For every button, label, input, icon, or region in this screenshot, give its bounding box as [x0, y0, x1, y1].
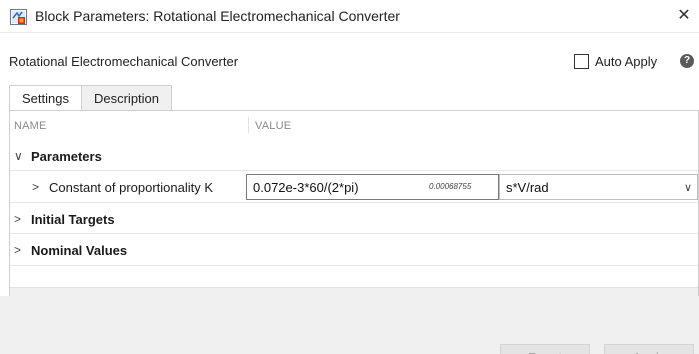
chevron-right-icon[interactable]: > — [32, 180, 39, 194]
parameter-row-constant-k: > Constant of proportionality K 0.000687… — [10, 172, 698, 203]
column-divider — [248, 117, 249, 133]
parameter-label-constant-k: Constant of proportionality K — [49, 180, 214, 195]
chevron-down-icon[interactable]: ∨ — [684, 181, 692, 194]
simulink-block-icon — [10, 9, 27, 25]
block-name-label: Rotational Electromechanical Converter — [9, 54, 239, 69]
group-row-initial-targets[interactable]: > Initial Targets — [10, 204, 698, 234]
tab-settings[interactable]: Settings — [9, 85, 82, 111]
tab-bar: Settings Description — [9, 85, 173, 111]
title-bar: Block Parameters: Rotational Electromech… — [0, 0, 699, 33]
panel-footer — [10, 287, 698, 296]
group-label-nominal-values: Nominal Values — [31, 243, 128, 258]
group-row-nominal-values[interactable]: > Nominal Values — [10, 235, 698, 266]
tab-description[interactable]: Description — [81, 85, 173, 111]
parameters-panel: NAME VALUE ∨ Parameters > Constant of pr… — [9, 110, 699, 296]
group-label-initial-targets: Initial Targets — [31, 212, 115, 227]
reset-button[interactable]: Reset — [500, 344, 590, 354]
auto-apply-label: Auto Apply — [595, 53, 658, 69]
apply-button[interactable]: Apply — [604, 344, 694, 354]
unit-selected-value: s*V/rad — [506, 180, 549, 195]
help-icon[interactable]: ? — [680, 54, 694, 68]
constant-k-evaluated-value: 0.00068755 — [429, 182, 472, 191]
close-icon[interactable]: ✕ — [673, 5, 695, 27]
chevron-right-icon[interactable]: > — [14, 212, 21, 226]
column-header-value: VALUE — [255, 120, 292, 132]
window-title: Block Parameters: Rotational Electromech… — [35, 8, 400, 24]
chevron-down-icon[interactable]: ∨ — [14, 149, 23, 163]
block-header: Rotational Electromechanical Converter A… — [0, 45, 699, 77]
constant-k-unit-dropdown[interactable]: s*V/rad ∨ — [499, 174, 698, 200]
auto-apply-toggle[interactable]: Auto Apply — [574, 53, 657, 69]
auto-apply-checkbox[interactable] — [574, 53, 589, 69]
group-row-parameters[interactable]: ∨ Parameters — [10, 142, 698, 171]
chevron-right-icon[interactable]: > — [14, 243, 21, 257]
group-label-parameters: Parameters — [31, 149, 102, 164]
dialog-button-area: Reset Apply — [0, 296, 699, 354]
column-header-name: NAME — [14, 120, 47, 132]
